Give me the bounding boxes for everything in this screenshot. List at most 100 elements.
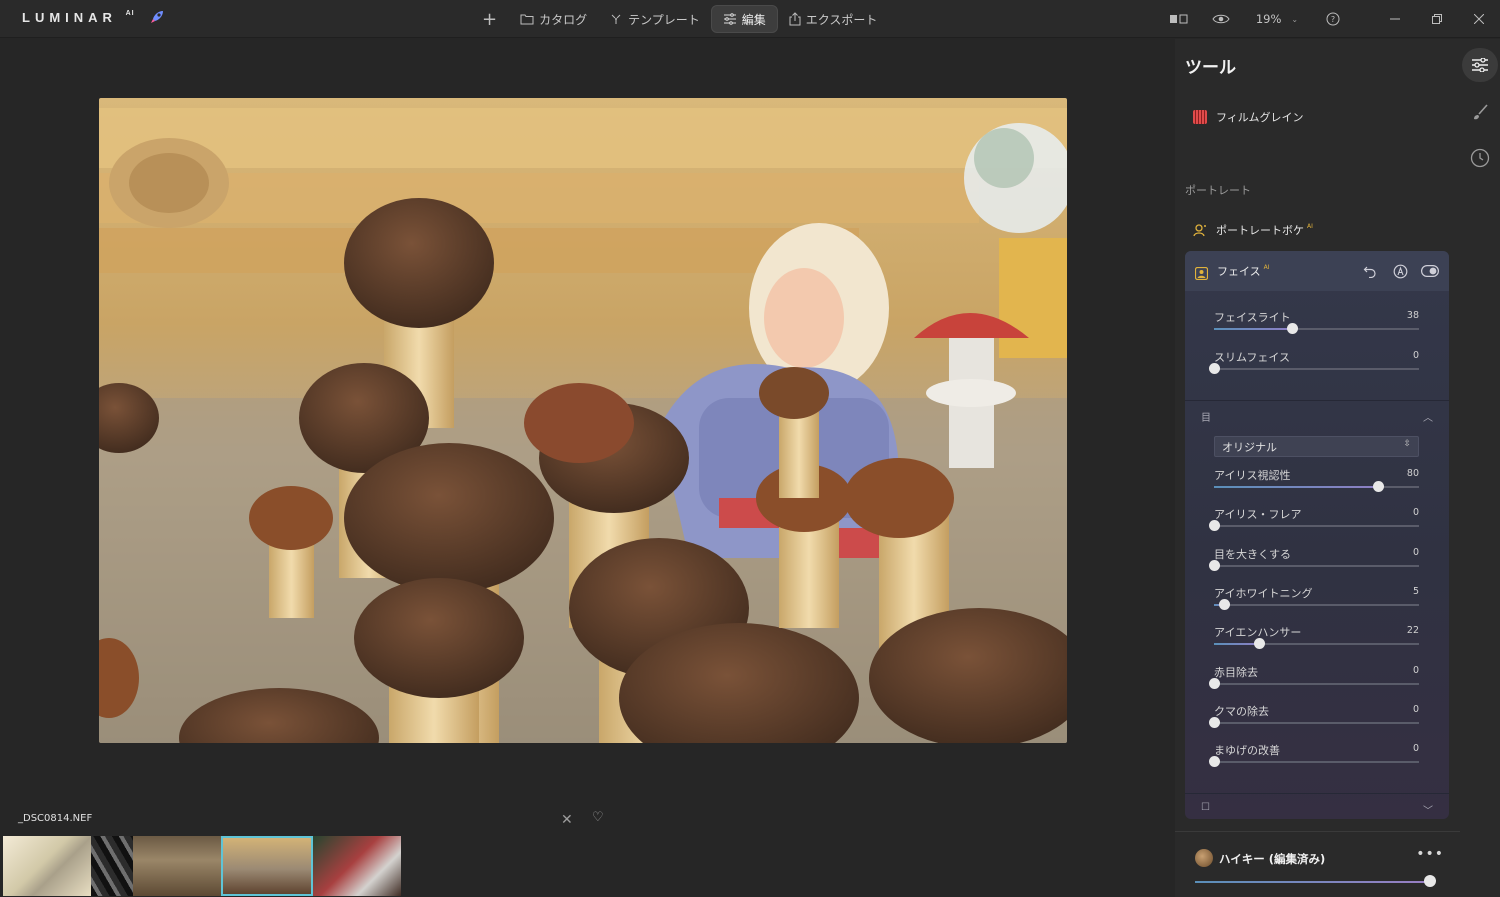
- preset-name: ハイキー (編集済み): [1219, 852, 1326, 866]
- select-arrows-icon: ⇳: [1403, 439, 1411, 449]
- help-icon[interactable]: ?: [1312, 0, 1354, 38]
- eye-icon[interactable]: [1200, 0, 1242, 38]
- slider-slim-face[interactable]: スリムフェイス 0: [1209, 349, 1419, 374]
- slider-track[interactable]: [1209, 363, 1419, 374]
- slider-eye-0[interactable]: アイリス視認性 80: [1214, 467, 1419, 492]
- history-clock-icon[interactable]: [1462, 141, 1498, 175]
- slider-label: 目を大きくする: [1214, 548, 1291, 561]
- close-icon[interactable]: [1458, 0, 1500, 38]
- slider-eye-5[interactable]: 赤目除去 0: [1209, 664, 1419, 689]
- slider-label: アイホワイトニング: [1214, 587, 1313, 600]
- portrait-bokeh-icon: [1193, 223, 1207, 237]
- slider-track[interactable]: [1209, 717, 1419, 728]
- tool-film-grain[interactable]: フィルムグレイン: [1193, 109, 1304, 125]
- slider-knob[interactable]: [1209, 756, 1220, 767]
- tab-export[interactable]: エクスポート: [778, 5, 889, 33]
- slider-knob[interactable]: [1219, 599, 1231, 610]
- slider-knob[interactable]: [1209, 520, 1220, 531]
- compare-icon[interactable]: [1158, 0, 1200, 38]
- slider-value: 22: [1406, 625, 1419, 636]
- slider-track[interactable]: [1209, 756, 1419, 767]
- divider: [1185, 793, 1449, 794]
- slider-knob[interactable]: [1286, 323, 1298, 334]
- chevron-up-icon[interactable]: ︿: [1423, 409, 1433, 424]
- slider-knob[interactable]: [1209, 560, 1220, 571]
- slider-fill: [1214, 486, 1378, 488]
- more-options-icon[interactable]: •••: [1416, 846, 1444, 862]
- tab-edit[interactable]: 編集: [710, 5, 778, 33]
- tool-film-grain-label: フィルムグレイン: [1216, 111, 1304, 124]
- eye-section-label: 目: [1201, 413, 1211, 424]
- slider-eye-1[interactable]: アイリス・フレア 0: [1209, 506, 1419, 531]
- image-canvas[interactable]: _DSC0814.NEF ✕ ♡: [0, 39, 1175, 897]
- tools-sliders-icon[interactable]: [1462, 48, 1498, 82]
- filmstrip-thumbnail[interactable]: [133, 836, 221, 896]
- chevron-down-icon: ⌄: [1291, 14, 1299, 24]
- slider-track[interactable]: [1214, 323, 1419, 334]
- face-tool-header[interactable]: フェイス AI: [1185, 251, 1449, 291]
- slider-track[interactable]: [1209, 560, 1419, 571]
- filmstrip-thumbnail[interactable]: [313, 836, 401, 896]
- toolbar-right: 19% ⌄ ?: [1158, 0, 1500, 38]
- slider-track[interactable]: [1214, 481, 1419, 492]
- tab-export-label: エクスポート: [805, 12, 878, 27]
- slider-value: 0: [1412, 547, 1419, 558]
- slider-eye-4[interactable]: アイエンハンサー 22: [1214, 624, 1419, 649]
- tool-portrait-bokeh-label: ポートレートボケ: [1216, 224, 1304, 237]
- slider-knob[interactable]: [1373, 481, 1384, 492]
- export-icon: [789, 12, 801, 26]
- applied-preset[interactable]: ハイキー (編集済み) •••: [1175, 831, 1460, 897]
- slider-track[interactable]: [1209, 678, 1419, 689]
- rocket-icon[interactable]: [148, 8, 166, 26]
- slider-eye-6[interactable]: クマの除去 0: [1209, 703, 1419, 728]
- brush-icon[interactable]: [1462, 95, 1498, 129]
- preset-thumbnail: [1195, 849, 1213, 867]
- slider-eye-2[interactable]: 目を大きくする 0: [1209, 546, 1419, 571]
- slider-knob[interactable]: [1254, 638, 1266, 649]
- slider-knob[interactable]: [1209, 363, 1220, 374]
- slider-value: 0: [1412, 665, 1419, 676]
- svg-text:?: ?: [1331, 15, 1335, 24]
- tab-edit-label: 編集: [741, 12, 766, 27]
- preset-amount-track[interactable]: [1195, 881, 1435, 883]
- visibility-toggle-icon[interactable]: [1421, 262, 1439, 280]
- right-rail: [1460, 39, 1500, 897]
- eye-preset-select[interactable]: オリジナル ⇳: [1214, 436, 1419, 457]
- tab-catalog[interactable]: カタログ: [509, 5, 598, 33]
- face-tool-title: フェイス: [1217, 265, 1261, 278]
- filmstrip: [3, 836, 401, 896]
- reject-icon[interactable]: ✕: [561, 812, 573, 828]
- top-bar: LUMINAR AI + カタログ テンプレート 編集 エクスポート 19% ⌄…: [0, 0, 1500, 38]
- filmstrip-filename: _DSC0814.NEF: [18, 813, 93, 824]
- panel-title: ツール: [1185, 58, 1236, 78]
- filmstrip-thumbnail[interactable]: [91, 836, 133, 896]
- slider-label: アイリス・フレア: [1214, 508, 1302, 521]
- slider-face-light[interactable]: フェイスライト 38: [1214, 309, 1419, 334]
- slider-knob[interactable]: [1209, 678, 1220, 689]
- slider-eye-3[interactable]: アイホワイトニング 5: [1214, 585, 1419, 610]
- slider-track[interactable]: [1214, 599, 1419, 610]
- ai-mask-icon[interactable]: [1391, 262, 1409, 280]
- slider-label: クマの除去: [1214, 705, 1269, 718]
- favorite-heart-icon[interactable]: ♡: [592, 810, 604, 825]
- filmstrip-thumbnail[interactable]: [3, 836, 91, 896]
- slider-track[interactable]: [1209, 520, 1419, 531]
- filmstrip-thumbnail-selected[interactable]: [221, 836, 313, 896]
- minimize-icon[interactable]: [1374, 0, 1416, 38]
- zoom-select[interactable]: 19% ⌄: [1242, 0, 1312, 38]
- preset-amount-knob[interactable]: [1424, 875, 1437, 887]
- restore-icon[interactable]: [1416, 0, 1458, 38]
- add-photos-button[interactable]: +: [470, 9, 509, 30]
- tool-portrait-bokeh[interactable]: ポートレートボケ AI: [1193, 222, 1313, 238]
- edited-photo[interactable]: [99, 98, 1067, 743]
- slider-label: フェイスライト: [1214, 311, 1291, 324]
- slider-value: 80: [1406, 468, 1419, 479]
- tab-templates[interactable]: テンプレート: [598, 5, 711, 33]
- face-tool-actions: [1349, 262, 1439, 280]
- chevron-down-icon[interactable]: ﹀: [1423, 802, 1433, 817]
- slider-track[interactable]: [1214, 638, 1419, 649]
- square-icon: ☐: [1201, 802, 1210, 813]
- slider-knob[interactable]: [1209, 717, 1220, 728]
- slider-eye-7[interactable]: まゆげの改善 0: [1209, 742, 1419, 767]
- undo-icon[interactable]: [1361, 262, 1379, 280]
